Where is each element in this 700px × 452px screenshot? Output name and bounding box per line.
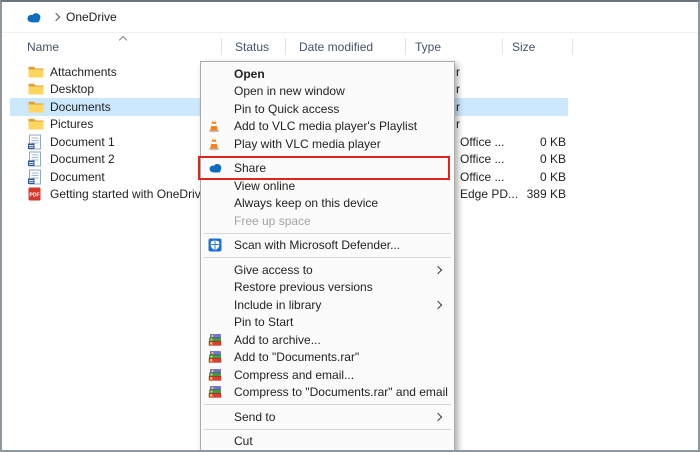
menu-item-play-with-vlc[interactable]: Play with VLC media player (201, 135, 454, 153)
column-divider (572, 38, 573, 55)
vlc-cone-icon (208, 137, 220, 150)
menu-item-free-up-space: Free up space (201, 212, 454, 230)
column-divider (221, 38, 222, 55)
breadcrumb-location[interactable]: OneDrive (66, 10, 117, 24)
menu-item-pin-to-start[interactable]: Pin to Start (201, 314, 454, 332)
menu-item-scan-with-defender[interactable]: Scan with Microsoft Defender... (201, 237, 454, 255)
column-divider (502, 38, 503, 55)
file-size: 389 KB (496, 187, 566, 201)
file-size: 0 KB (496, 135, 566, 149)
menu-item-send-to[interactable]: Send to (201, 408, 454, 426)
menu-separator (204, 429, 451, 430)
menu-item-add-to-documents-rar[interactable]: Add to "Documents.rar" (201, 349, 454, 367)
winrar-icon (208, 386, 222, 398)
menu-item-cut[interactable]: Cut (201, 433, 454, 451)
menu-item-open[interactable]: Open (201, 65, 454, 83)
vlc-cone-icon (208, 120, 220, 133)
menu-separator (204, 156, 451, 157)
column-header-size[interactable]: Size (512, 40, 535, 54)
folder-icon (28, 83, 44, 96)
folder-icon (28, 65, 44, 78)
file-type: r (456, 82, 460, 96)
file-name: Getting started with OneDrive (50, 187, 207, 201)
onedrive-cloud-icon (208, 163, 223, 173)
file-name: Documents (50, 100, 111, 114)
chevron-right-icon (52, 13, 60, 21)
file-size: 0 KB (496, 152, 566, 166)
menu-item-compress-and-email[interactable]: Compress and email... (201, 366, 454, 384)
pdf-icon: PDF (28, 187, 41, 201)
defender-shield-icon (208, 238, 222, 252)
svg-text:PDF: PDF (29, 193, 39, 199)
file-size: 0 KB (496, 170, 566, 184)
column-divider (405, 38, 406, 55)
folder-icon (28, 100, 44, 113)
winrar-icon (208, 334, 222, 346)
menu-item-include-in-library[interactable]: Include in library (201, 296, 454, 314)
submenu-chevron-icon (434, 301, 442, 309)
sort-ascending-icon (119, 36, 127, 44)
file-name: Pictures (50, 117, 93, 131)
column-header-status[interactable]: Status (235, 40, 269, 54)
file-type: r (456, 100, 460, 114)
folder-icon (28, 118, 44, 131)
menu-item-view-online[interactable]: View online (201, 177, 454, 195)
word-document-icon (28, 169, 41, 184)
menu-item-share[interactable]: Share (201, 160, 454, 178)
word-document-icon (28, 152, 41, 167)
column-header-date-modified[interactable]: Date modified (299, 40, 373, 54)
word-document-icon (28, 134, 41, 149)
menu-item-always-keep-on-device[interactable]: Always keep on this device (201, 195, 454, 213)
breadcrumb: OneDrive (2, 2, 698, 33)
submenu-chevron-icon (434, 266, 442, 274)
menu-item-pin-to-quick-access[interactable]: Pin to Quick access (201, 100, 454, 118)
column-header-row: Name Status Date modified Type Size (2, 33, 698, 60)
file-explorer-window: OneDrive Name Status Date modified Type … (0, 0, 700, 452)
column-header-name[interactable]: Name (27, 40, 59, 54)
file-type: r (456, 117, 460, 131)
menu-separator (204, 233, 451, 234)
menu-item-restore-previous-versions[interactable]: Restore previous versions (201, 279, 454, 297)
file-name: Desktop (50, 82, 94, 96)
context-menu: Open Open in new window Pin to Quick acc… (200, 61, 455, 452)
onedrive-cloud-icon (26, 10, 42, 28)
submenu-chevron-icon (434, 413, 442, 421)
column-header-type[interactable]: Type (415, 40, 441, 54)
menu-separator (204, 257, 451, 258)
column-divider (285, 38, 286, 55)
menu-item-give-access-to[interactable]: Give access to (201, 261, 454, 279)
menu-separator (204, 404, 451, 405)
menu-item-compress-to-documents-rar-and-email[interactable]: Compress to "Documents.rar" and email (201, 384, 454, 402)
menu-item-add-to-vlc-playlist[interactable]: Add to VLC media player's Playlist (201, 118, 454, 136)
winrar-icon (208, 351, 222, 363)
file-name: Document (50, 170, 105, 184)
file-name: Document 2 (50, 152, 115, 166)
file-name: Attachments (50, 65, 117, 79)
winrar-icon (208, 369, 222, 381)
file-type: r (456, 65, 460, 79)
file-name: Document 1 (50, 135, 115, 149)
menu-item-add-to-archive[interactable]: Add to archive... (201, 331, 454, 349)
menu-item-open-in-new-window[interactable]: Open in new window (201, 83, 454, 101)
